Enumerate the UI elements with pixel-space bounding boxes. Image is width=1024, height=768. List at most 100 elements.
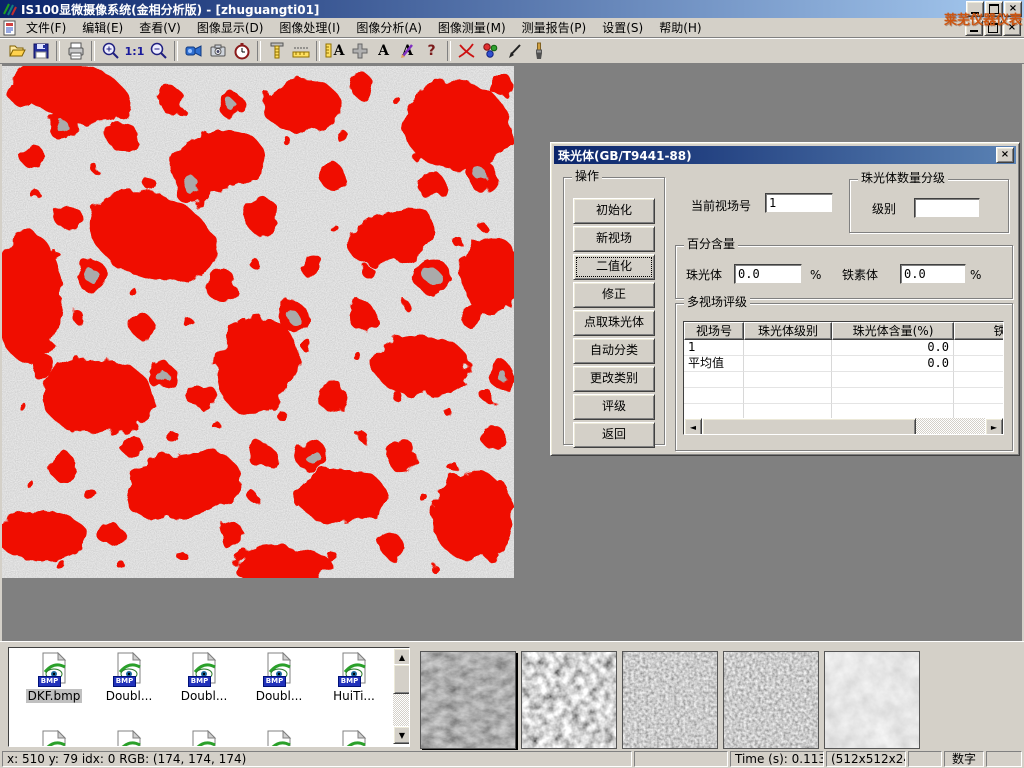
- file-item[interactable]: BMP DKF.bmp: [18, 652, 90, 703]
- operations-group: 操作 初始化 新视场 二值化 修正 点取珠光体 自动分类 更改类别 评级 返回: [563, 177, 665, 445]
- thumbnail-1[interactable]: [420, 651, 516, 749]
- menu-image-analysis[interactable]: 图像分析(A): [348, 17, 430, 38]
- cell-grade: [744, 340, 832, 356]
- dialog-close-button[interactable]: ×: [996, 147, 1014, 163]
- col-ferrite-content: 铁素体含量(%): [954, 322, 1004, 340]
- return-button[interactable]: 返回: [573, 422, 655, 448]
- menu-help[interactable]: 帮助(H): [651, 17, 709, 38]
- scroll-down-icon[interactable]: ▼: [393, 726, 410, 744]
- actual-size-button[interactable]: 1:1: [123, 40, 146, 62]
- brush-tool-button[interactable]: [527, 40, 550, 62]
- file-item-partial[interactable]: BMP: [93, 730, 165, 747]
- video-camera-icon: [184, 41, 204, 61]
- help-button[interactable]: ?: [420, 40, 443, 62]
- file-item-partial[interactable]: BMP: [318, 730, 390, 747]
- menu-image-measure[interactable]: 图像测量(M): [430, 17, 514, 38]
- metallograph-image[interactable]: [2, 66, 514, 578]
- auto-classify-button[interactable]: 自动分类: [573, 338, 655, 364]
- current-view-input[interactable]: [765, 193, 833, 213]
- menu-bar: 文件(F) 编辑(E) 查看(V) 图像显示(D) 图像处理(I) 图像分析(A…: [0, 18, 1024, 38]
- pearlite-dialog: 珠光体(GB/T9441-88) × 操作 初始化 新视场 二值化 修正 点取珠…: [550, 142, 1020, 456]
- change-class-button[interactable]: 更改类别: [573, 366, 655, 392]
- thumbnail-2[interactable]: [521, 651, 617, 749]
- bmp-file-icon: BMP: [263, 673, 295, 687]
- phase-classify-button[interactable]: [479, 40, 502, 62]
- curve-tool-button[interactable]: [455, 40, 478, 62]
- multi-view-table[interactable]: 视场号 珠光体级别 珠光体含量(%) 铁素体含量(%) 1 0.0 平均值 0.…: [683, 321, 1004, 435]
- bmp-file-icon: BMP: [338, 673, 370, 687]
- printer-icon: [66, 41, 86, 61]
- scrollbar-thumb[interactable]: [393, 664, 410, 694]
- grading-group-label: 珠光体数量分级: [858, 171, 948, 185]
- file-name[interactable]: HuiTi...: [331, 689, 377, 703]
- grid-button[interactable]: [348, 40, 371, 62]
- initialize-button[interactable]: 初始化: [573, 198, 655, 224]
- scrollbar-thumb[interactable]: [702, 418, 916, 435]
- file-item[interactable]: BMP Doubl...: [168, 652, 240, 703]
- file-list-scrollbar[interactable]: ▲ ▼: [393, 648, 409, 744]
- file-name-selected[interactable]: DKF.bmp: [26, 689, 83, 703]
- thumbnail-5[interactable]: [824, 651, 920, 749]
- percent-group-label: 百分含量: [684, 237, 738, 251]
- title-bar[interactable]: IS100显微摄像系统(金相分析版) - [zhuguangti01] ×: [0, 0, 1024, 18]
- table-header-row: 视场号 珠光体级别 珠光体含量(%) 铁素体含量(%): [684, 322, 1004, 340]
- scrollbar-track[interactable]: [916, 418, 985, 434]
- file-item-partial[interactable]: BMP: [168, 730, 240, 747]
- one-to-one-icon: 1:1: [125, 45, 145, 58]
- file-item-partial[interactable]: BMP: [243, 730, 315, 747]
- file-name[interactable]: Doubl...: [104, 689, 155, 703]
- floppy-icon: [31, 41, 51, 61]
- pearlite-percent-input[interactable]: [734, 264, 802, 284]
- new-field-button[interactable]: 新视场: [573, 226, 655, 252]
- image-size-status: (512x512x24): [826, 751, 906, 767]
- ruler-measure-button[interactable]: [289, 40, 312, 62]
- binarize-button[interactable]: 二值化: [573, 254, 655, 280]
- window-title: IS100显微摄像系统(金相分析版) - [zhuguangti01]: [21, 1, 319, 18]
- open-file-button[interactable]: [5, 40, 28, 62]
- menu-view[interactable]: 查看(V): [131, 17, 189, 38]
- open-folder-icon: [7, 41, 27, 61]
- menu-image-processing[interactable]: 图像处理(I): [271, 17, 348, 38]
- pen-tool-button[interactable]: [503, 40, 526, 62]
- file-name[interactable]: Doubl...: [179, 689, 230, 703]
- col-pearlite-content: 珠光体含量(%): [832, 322, 954, 340]
- menu-image-display[interactable]: 图像显示(D): [189, 17, 272, 38]
- video-capture-button[interactable]: [182, 40, 205, 62]
- pick-pearlite-button[interactable]: 点取珠光体: [573, 310, 655, 336]
- cell-content: 0.0: [832, 340, 954, 356]
- caliper-measure-button[interactable]: [265, 40, 288, 62]
- measure-label-button[interactable]: A: [324, 40, 347, 62]
- thumbnail-4[interactable]: [723, 651, 819, 749]
- cursor-position-status: x: 510 y: 79 idx: 0 RGB: (174, 174, 174): [2, 751, 632, 767]
- menu-file[interactable]: 文件(F): [18, 17, 74, 38]
- file-item-partial[interactable]: BMP: [18, 730, 90, 747]
- scroll-right-icon[interactable]: ►: [985, 418, 1003, 435]
- thumbnail-3[interactable]: [622, 651, 718, 749]
- bmp-file-icon: BMP: [113, 673, 145, 687]
- text-annotation-button[interactable]: A: [372, 40, 395, 62]
- timer-button[interactable]: [230, 40, 253, 62]
- menu-measure-report[interactable]: 测量报告(P): [514, 17, 595, 38]
- snapshot-button[interactable]: [206, 40, 229, 62]
- edit-annotation-button[interactable]: A: [396, 40, 419, 62]
- operations-group-label: 操作: [572, 169, 602, 183]
- grade-button[interactable]: 评级: [573, 394, 655, 420]
- correct-button[interactable]: 修正: [573, 282, 655, 308]
- file-item[interactable]: BMP Doubl...: [243, 652, 315, 703]
- file-list[interactable]: BMP DKF.bmp BMP Doubl... BMP Doubl... BM…: [8, 647, 410, 747]
- print-button[interactable]: [64, 40, 87, 62]
- menu-edit[interactable]: 编辑(E): [74, 17, 131, 38]
- grade-input[interactable]: [914, 198, 980, 218]
- save-button[interactable]: [29, 40, 52, 62]
- file-item[interactable]: BMP Doubl...: [93, 652, 165, 703]
- zoom-in-button[interactable]: [99, 40, 122, 62]
- menu-settings[interactable]: 设置(S): [594, 17, 651, 38]
- dialog-title-bar[interactable]: 珠光体(GB/T9441-88) ×: [554, 146, 1016, 164]
- camera-icon: [208, 41, 228, 61]
- table-horizontal-scrollbar[interactable]: ◄ ►: [684, 418, 1003, 434]
- file-name[interactable]: Doubl...: [254, 689, 305, 703]
- ferrite-percent-input[interactable]: [900, 264, 966, 284]
- file-item[interactable]: BMP HuiTi...: [318, 652, 390, 703]
- zoom-out-button[interactable]: [147, 40, 170, 62]
- scroll-left-icon[interactable]: ◄: [684, 418, 702, 435]
